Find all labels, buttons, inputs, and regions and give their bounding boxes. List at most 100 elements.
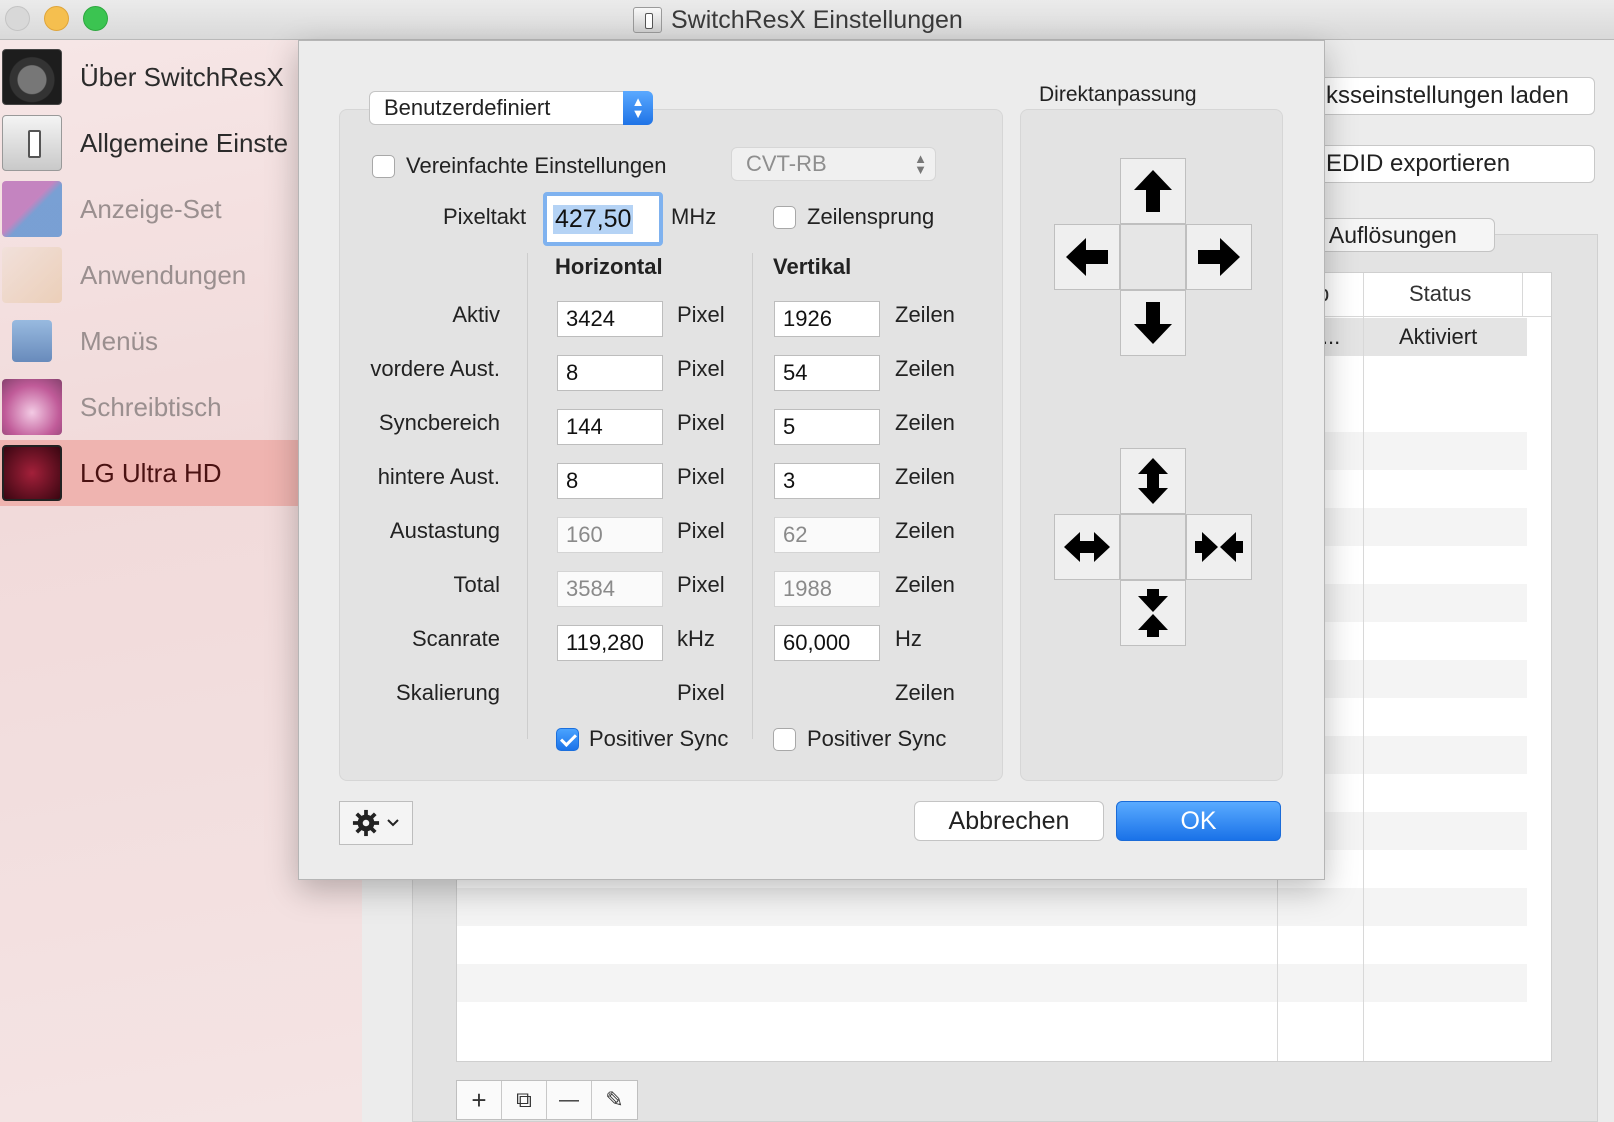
simplified-settings-checkbox[interactable]	[372, 155, 395, 178]
simplified-settings-label: Vereinfachte Einstellungen	[406, 153, 667, 178]
v-unit: Zeilen	[895, 302, 955, 327]
shrink-vertical-button[interactable]	[1120, 580, 1186, 646]
row-label-sync-width: Syncbereich	[378, 410, 500, 435]
v-sync-width-value: 5	[783, 414, 796, 439]
move-up-button[interactable]	[1120, 158, 1186, 224]
sidebar-item-label: Anwendungen	[80, 259, 247, 290]
export-edid-button[interactable]: EDID exportieren	[1305, 145, 1595, 183]
horizontal-header: Horizontal	[555, 254, 663, 279]
timing-standard-popup[interactable]: CVT-RB ▲ ▼	[731, 147, 936, 181]
h-unit: Pixel	[677, 572, 725, 597]
move-left-button[interactable]	[1054, 224, 1120, 290]
remove-button[interactable]: —	[547, 1081, 592, 1119]
h-back-porch-value: 8	[566, 468, 579, 493]
h-total-field: 3584	[557, 571, 663, 607]
stretch-horizontal-button[interactable]	[1054, 514, 1120, 580]
tab-resolutions-label: e Auflösungen	[1311, 221, 1457, 248]
sidebar-item-label: Allgemeine Einste	[80, 127, 289, 158]
preset-value: Benutzerdefiniert	[384, 95, 551, 120]
column-separator	[1522, 273, 1523, 317]
expand-vertical-icon	[1138, 458, 1168, 504]
direct-adjust-label: Direktanpassung	[1039, 83, 1197, 106]
lg-monitor-icon	[2, 445, 62, 501]
pixelclock-label: Pixeltakt	[443, 204, 527, 229]
cancel-button[interactable]: Abbrechen	[914, 801, 1104, 841]
h-unit: Pixel	[677, 410, 725, 435]
interlace-checkbox[interactable]	[773, 206, 796, 229]
preset-popup[interactable]: Benutzerdefiniert ▲ ▼	[369, 91, 653, 125]
v-positive-sync-checkbox[interactable]	[773, 728, 796, 751]
v-scanrate-value: 60,000	[783, 630, 851, 655]
minimize-window-button[interactable]	[44, 6, 69, 31]
edit-button[interactable]: ✎	[592, 1081, 637, 1119]
interlace-label: Zeilensprung	[807, 204, 935, 229]
v-blanking-value: 62	[783, 522, 808, 547]
h-front-porch-value: 8	[566, 360, 579, 385]
v-unit: Zeilen	[895, 572, 955, 597]
move-down-button[interactable]	[1120, 290, 1186, 356]
v-total-field: 1988	[774, 571, 880, 607]
v-scanrate-input[interactable]: 60,000	[774, 625, 880, 661]
gear-icon	[352, 809, 380, 837]
zoom-window-button[interactable]	[83, 6, 108, 31]
h-back-porch-input[interactable]: 8	[557, 463, 663, 499]
shrink-horizontal-button[interactable]	[1186, 514, 1252, 580]
plus-icon: +	[471, 1084, 487, 1115]
chevron-down-icon	[387, 819, 399, 827]
row-label-total: Total	[453, 572, 500, 597]
desktop-icon	[2, 379, 62, 435]
column-header-status[interactable]: Status	[1409, 281, 1471, 307]
pixelclock-input[interactable]: 427,50	[543, 192, 663, 246]
applications-icon	[2, 247, 62, 303]
arrow-right-icon	[1198, 238, 1240, 276]
table-row[interactable]	[457, 888, 1527, 926]
v-unit: Zeilen	[895, 410, 955, 435]
h-scanrate-input[interactable]: 119,280	[557, 625, 663, 661]
v-back-porch-input[interactable]: 3	[774, 463, 880, 499]
v-active-input[interactable]: 1926	[774, 301, 880, 337]
arrow-down-icon	[1134, 302, 1172, 344]
cancel-label: Abbrechen	[948, 806, 1070, 835]
h-unit: kHz	[677, 626, 715, 651]
move-right-button[interactable]	[1186, 224, 1252, 290]
window-title-group: SwitchResX Einstellungen	[633, 4, 963, 36]
general-settings-icon	[2, 115, 62, 171]
table-toolbar: + ⧉ — ✎	[456, 1080, 638, 1120]
chevron-updown-icon: ▲ ▼	[914, 151, 927, 177]
switchresx-about-icon	[2, 49, 62, 105]
h-positive-sync-checkbox[interactable]	[556, 728, 579, 751]
table-row[interactable]	[457, 964, 1527, 1002]
sidebar-item-label: Menüs	[80, 325, 159, 356]
h-unit: Pixel	[677, 464, 725, 489]
h-sync-width-value: 144	[566, 414, 603, 439]
v-front-porch-input[interactable]: 54	[774, 355, 880, 391]
h-front-porch-input[interactable]: 8	[557, 355, 663, 391]
h-active-input[interactable]: 3424	[557, 301, 663, 337]
row-label-blanking: Austastung	[389, 518, 500, 543]
h-positive-sync-label: Positiver Sync	[589, 726, 729, 751]
switchresx-app-icon	[633, 7, 662, 33]
table-cell-status: Aktiviert	[1399, 324, 1478, 349]
v-sync-width-input[interactable]: 5	[774, 409, 880, 445]
h-blanking-value: 160	[566, 522, 603, 547]
h-sync-width-input[interactable]: 144	[557, 409, 663, 445]
close-window-button[interactable]	[5, 6, 30, 31]
load-settings-label: ksseinstellungen laden	[1326, 82, 1569, 109]
position-center	[1120, 224, 1186, 290]
v-unit: Zeilen	[895, 680, 955, 705]
stretch-vertical-button[interactable]	[1120, 448, 1186, 514]
sidebar-item-label: Anzeige-Set	[80, 193, 222, 224]
sidebar-item-label: LG Ultra HD	[80, 457, 222, 488]
duplicate-button[interactable]: ⧉	[502, 1081, 547, 1119]
row-label-scanrate: Scanrate	[411, 626, 500, 651]
actions-menu-button[interactable]	[339, 801, 413, 845]
minus-icon: —	[559, 1088, 579, 1111]
v-unit: Zeilen	[895, 356, 955, 381]
row-label-active: Aktiv	[452, 302, 500, 327]
shrink-horizontal-icon	[1195, 532, 1243, 562]
load-settings-button[interactable]: ksseinstellungen laden	[1305, 77, 1595, 115]
add-button[interactable]: +	[457, 1081, 502, 1119]
v-unit: Hz	[895, 626, 922, 651]
duplicate-icon: ⧉	[516, 1087, 532, 1112]
ok-button[interactable]: OK	[1116, 801, 1281, 841]
